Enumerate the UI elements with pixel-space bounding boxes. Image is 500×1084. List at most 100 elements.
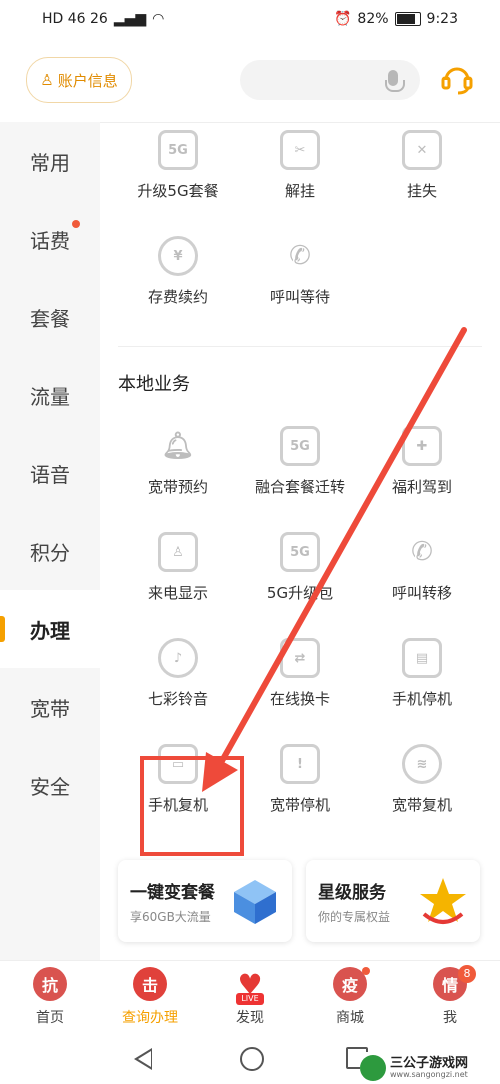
service-label: 宽带预约: [147, 478, 208, 496]
back-icon[interactable]: [134, 1048, 152, 1070]
category-sidebar: 常用 话费 套餐 流量 语音 积分 办理 宽带 安全: [0, 122, 100, 960]
notification-dot: [72, 220, 80, 228]
service-broadband-suspend[interactable]: ! 宽带停机: [240, 744, 360, 844]
call-wait-icon: ✆: [289, 241, 311, 271]
home-circle-icon[interactable]: [240, 1047, 264, 1071]
sidebar-item-label: 语音: [30, 462, 70, 487]
service-report-lost[interactable]: ✕ 挂失: [362, 130, 482, 230]
query-tab-icon: 击: [133, 967, 167, 1001]
tab-mall[interactable]: 疫 商城: [300, 967, 400, 1027]
bell-icon: 🔔︎: [161, 431, 195, 461]
service-call-waiting[interactable]: ✆ 呼叫等待: [240, 236, 360, 336]
section-title-local: 本地业务: [118, 374, 190, 395]
account-info-label: 账户信息: [57, 71, 118, 90]
5g-package-icon: 5G: [280, 532, 320, 572]
tab-label: 我: [443, 1010, 457, 1026]
sidebar-item-handle[interactable]: 办理: [0, 590, 100, 668]
deposit-icon: ¥: [158, 236, 198, 276]
user-icon: ♙: [40, 71, 54, 89]
ringtone-icon: ♪: [158, 638, 198, 678]
sidebar-item-label: 办理: [30, 618, 70, 643]
microphone-icon[interactable]: [385, 70, 405, 92]
service-phone-suspend[interactable]: ▤ 手机停机: [362, 638, 482, 738]
status-right: ⏰ 82% 9:23: [334, 11, 458, 27]
alarm-icon: ⏰: [333, 11, 352, 27]
service-label: 手机停机: [391, 690, 452, 708]
wifi-icon: ◠: [152, 11, 165, 27]
star-trophy-icon: [420, 878, 466, 924]
battery-percent: 82%: [357, 11, 389, 27]
sidebar-item-plan[interactable]: 套餐: [0, 278, 100, 356]
service-deposit-renew[interactable]: ¥ 存费续约: [118, 236, 238, 336]
customer-service-icon[interactable]: [440, 62, 474, 96]
clock: 9:23: [426, 11, 458, 27]
broadband-resume-icon: ≋: [402, 744, 442, 784]
tab-label: 发现: [236, 1010, 264, 1026]
sidebar-item-broadband[interactable]: 宽带: [0, 668, 100, 746]
promo-subtitle: 享60GB大流量: [130, 910, 211, 924]
promo-card-star-service[interactable]: 星级服务 你的专属权益: [306, 860, 480, 942]
service-sim-swap[interactable]: ⇄ 在线换卡: [240, 638, 360, 738]
search-input[interactable]: [240, 60, 420, 100]
status-bar: HD 46 26 ▂▄▆ ◠ ⏰ 82% 9:23: [0, 0, 500, 40]
sidebar-item-label: 积分: [30, 540, 70, 565]
section-divider: [118, 346, 482, 347]
battery-icon: [394, 12, 421, 26]
sim-swap-icon: ⇄: [280, 638, 320, 678]
home-tab-icon: 抗: [33, 967, 67, 1001]
highlight-box: [140, 756, 244, 856]
site-watermark: 三公子游戏网 www.sangongzi.net: [360, 1052, 500, 1084]
service-unlock[interactable]: ✂ 解挂: [240, 130, 360, 230]
sidebar-item-data[interactable]: 流量: [0, 356, 100, 434]
sidebar-item-points[interactable]: 积分: [0, 512, 100, 590]
service-upgrade-5g[interactable]: 5G 升级5G套餐: [118, 130, 238, 230]
signal-icon: ▂▄▆: [113, 11, 147, 27]
service-broadband-resume[interactable]: ≋ 宽带复机: [362, 744, 482, 844]
watermark-title: 三公子游戏网: [390, 1056, 469, 1071]
app-header: ♙ 账户信息: [0, 40, 500, 123]
broadband-suspend-icon: !: [280, 744, 320, 784]
network-text: HD 46 26: [42, 11, 108, 27]
service-label: 挂失: [406, 182, 437, 200]
promo-subtitle: 你的专属权益: [318, 910, 391, 924]
watermark-logo-icon: [360, 1055, 386, 1081]
notification-dot: [362, 967, 370, 975]
network-indicators: HD 46 26 ▂▄▆ ◠: [42, 11, 164, 27]
tab-query[interactable]: 击 查询办理: [100, 967, 200, 1027]
service-welfare[interactable]: ✚ 福利驾到: [362, 426, 482, 526]
service-label: 解挂: [284, 182, 315, 200]
service-label: 融合套餐迁转: [254, 478, 345, 496]
service-broadband-booking[interactable]: 🔔︎ 宽带预约: [118, 426, 238, 526]
sidebar-item-voice[interactable]: 语音: [0, 434, 100, 512]
watermark-url: www.sangongzi.net: [390, 1070, 468, 1079]
service-bundle-migrate[interactable]: 5G 融合套餐迁转: [240, 426, 360, 526]
tab-label: 首页: [36, 1010, 64, 1026]
promo-title: 一键变套餐: [130, 883, 215, 903]
phone-lost-icon: ✕: [402, 130, 442, 170]
cube-illustration: [234, 880, 276, 924]
tab-discover[interactable]: ♥ LIVE 发现: [200, 967, 300, 1027]
service-caller-id[interactable]: ♙ 来电显示: [118, 532, 238, 632]
account-info-button[interactable]: ♙ 账户信息: [26, 57, 132, 103]
service-call-forward[interactable]: ✆ 呼叫转移: [362, 532, 482, 632]
promo-card-switch-plan[interactable]: 一键变套餐 享60GB大流量: [118, 860, 292, 942]
sidebar-item-security[interactable]: 安全: [0, 746, 100, 824]
sidebar-item-label: 流量: [30, 384, 70, 409]
tab-label: 商城: [336, 1010, 364, 1026]
service-label: 呼叫转移: [391, 584, 452, 602]
tab-me[interactable]: 情 8 我: [400, 965, 500, 1027]
service-label: 宽带停机: [269, 796, 330, 814]
sidebar-item-label: 套餐: [30, 306, 70, 331]
service-label: 呼叫等待: [269, 288, 330, 306]
count-badge: 8: [458, 965, 476, 983]
sidebar-item-fees[interactable]: 话费: [0, 200, 100, 278]
service-ringtone[interactable]: ♪ 七彩铃音: [118, 638, 238, 738]
5g-home-icon: 5G: [158, 130, 198, 170]
service-5g-package[interactable]: 5G 5G升级包: [240, 532, 360, 632]
sidebar-item-common[interactable]: 常用: [0, 122, 100, 200]
service-label: 福利驾到: [391, 478, 452, 496]
sidebar-item-label: 宽带: [30, 696, 70, 721]
tab-home[interactable]: 抗 首页: [0, 967, 100, 1027]
caller-id-icon: ♙: [158, 532, 198, 572]
service-label: 宽带复机: [391, 796, 452, 814]
